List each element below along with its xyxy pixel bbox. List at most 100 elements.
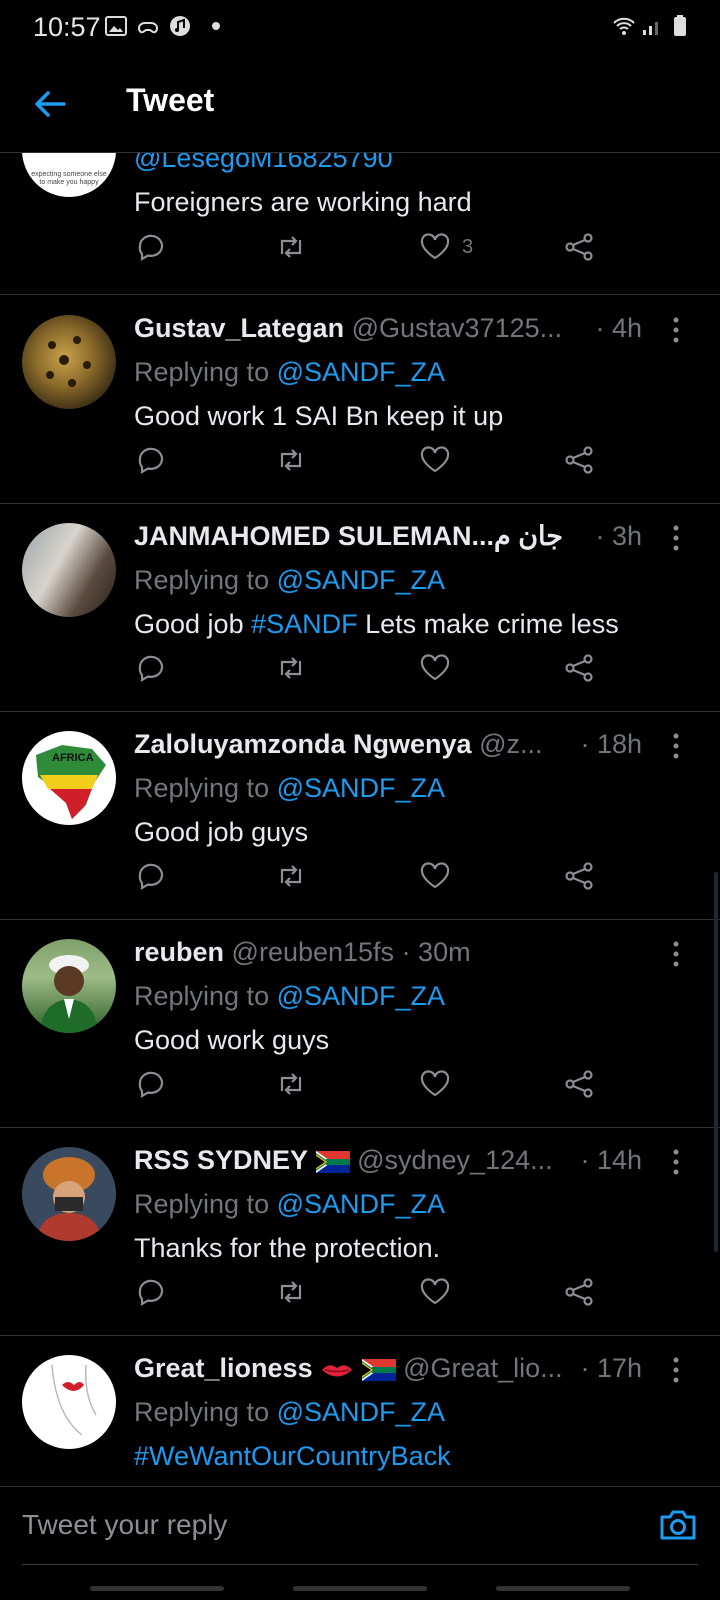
mention-link[interactable]: @SANDF_ZA (277, 981, 445, 1011)
user-handle[interactable]: @Great_lio... (403, 1353, 562, 1383)
user-handle[interactable]: @reuben15fs · 30m (232, 937, 471, 967)
tweet-item[interactable]: RSS SYDNEY @sydney_124... · 14h Replying… (0, 1127, 720, 1336)
mention-link[interactable]: @LesegoM16825790 (134, 153, 393, 173)
replying-to-line: Replying to @SANDF_ZA (134, 1189, 445, 1220)
mention-link[interactable]: @SANDF_ZA (277, 1397, 445, 1427)
status-bar: 10:57 (0, 0, 720, 60)
avatar[interactable]: AFRICA (22, 731, 116, 825)
africa-map-image: AFRICA (36, 745, 106, 819)
tweet-text: #WeWantOurCountryBack (134, 1441, 451, 1472)
reply-icon[interactable] (134, 1067, 168, 1101)
hashtag-link[interactable]: #WeWantOurCountryBack (134, 1441, 451, 1471)
reply-feed[interactable]: expecting someone else to make you happy… (0, 153, 720, 1485)
reply-icon[interactable] (134, 651, 168, 685)
replying-to-line: Replying to @SANDF_ZA (134, 981, 445, 1012)
like-icon[interactable] (418, 1275, 452, 1309)
tweet-text: Thanks for the protection. (134, 1233, 441, 1263)
replying-to-line: Replying to @SANDF_ZA (134, 1397, 445, 1428)
display-name[interactable]: RSS SYDNEY (134, 1145, 308, 1175)
more-options-icon[interactable] (672, 941, 680, 967)
share-icon[interactable] (562, 443, 596, 477)
scrollbar[interactable] (714, 872, 718, 1252)
tweet-text: Good job guys (134, 817, 309, 847)
retweet-icon[interactable] (274, 443, 308, 477)
display-name[interactable]: reuben (134, 937, 224, 967)
avatar[interactable] (22, 523, 116, 617)
tweet-actions (134, 1067, 614, 1107)
nav-home-button[interactable] (293, 1586, 427, 1591)
game-icon (137, 22, 159, 34)
reply-icon[interactable] (134, 1275, 168, 1309)
mention-line: @LesegoM16825790 (134, 153, 393, 174)
replying-to-line: Replying to @SANDF_ZA (134, 773, 445, 804)
replying-to-line: Replying to @SANDF_ZA (134, 357, 445, 388)
more-options-icon[interactable] (672, 1357, 680, 1383)
like-icon[interactable] (418, 443, 452, 477)
hashtag-link[interactable]: #SANDF (251, 609, 358, 639)
display-name[interactable]: Great_lioness (134, 1353, 313, 1383)
share-icon[interactable] (562, 1275, 596, 1309)
display-name[interactable]: JANMAHOMED SULEMAN...جان م (134, 521, 563, 551)
avatar[interactable] (22, 1355, 116, 1449)
user-handle[interactable]: @z... (479, 729, 542, 759)
avatar[interactable] (22, 315, 116, 409)
replying-label: Replying to (134, 565, 277, 595)
share-icon[interactable] (562, 651, 596, 685)
tweet-actions: 3 (134, 230, 614, 270)
timestamp: · 3h (589, 521, 642, 552)
display-name[interactable]: Zaloluyamzonda Ngwenya (134, 729, 472, 759)
avatar-caption: expecting someone else to make you happy (31, 171, 107, 186)
reply-icon[interactable] (134, 443, 168, 477)
notification-dot-icon (212, 22, 220, 30)
text-segment: Good job (134, 609, 252, 639)
tweet-item[interactable]: AFRICA Zaloluyamzonda Ngwenya @z... · 18… (0, 711, 720, 920)
reply-input[interactable]: Tweet your reply (22, 1509, 227, 1541)
app-bar: Tweet (0, 60, 720, 153)
avatar[interactable]: expecting someone else to make you happy (22, 153, 116, 197)
more-options-icon[interactable] (672, 733, 680, 759)
user-handle[interactable]: @sydney_124... (357, 1145, 553, 1175)
share-icon[interactable] (562, 1067, 596, 1101)
avatar[interactable] (22, 1147, 116, 1241)
music-icon (170, 16, 190, 36)
reply-icon[interactable] (134, 230, 168, 264)
share-icon[interactable] (562, 859, 596, 893)
like-icon[interactable] (418, 651, 452, 685)
page-title: Tweet (126, 82, 215, 118)
display-name[interactable]: Gustav_Lategan (134, 313, 344, 343)
retweet-icon[interactable] (274, 1275, 308, 1309)
tweet-item[interactable]: reuben @reuben15fs · 30m Replying to @SA… (0, 919, 720, 1128)
tweet-item[interactable]: Great_lioness @Great_lio... · 17h Replyi… (0, 1335, 720, 1485)
tweet-item[interactable]: Gustav_Lategan @Gustav37125... · 4h Repl… (0, 295, 720, 504)
share-icon[interactable] (562, 230, 596, 264)
user-handle[interactable]: @Gustav37125... (352, 313, 563, 343)
leopard-image (46, 336, 91, 387)
mention-link[interactable]: @SANDF_ZA (277, 357, 445, 387)
reply-composer[interactable]: Tweet your reply (0, 1486, 720, 1567)
retweet-icon[interactable] (274, 859, 308, 893)
reply-icon[interactable] (134, 859, 168, 893)
more-options-icon[interactable] (672, 317, 680, 343)
mention-link[interactable]: @SANDF_ZA (277, 773, 445, 803)
mention-link[interactable]: @SANDF_ZA (277, 565, 445, 595)
more-options-icon[interactable] (672, 1149, 680, 1175)
avatar[interactable] (22, 939, 116, 1033)
retweet-icon[interactable] (274, 651, 308, 685)
back-arrow-icon[interactable] (30, 84, 70, 124)
tweet-item[interactable]: expecting someone else to make you happy… (0, 153, 720, 295)
nav-recents-button[interactable] (90, 1586, 224, 1591)
replying-label: Replying to (134, 1397, 277, 1427)
retweet-icon[interactable] (274, 1067, 308, 1101)
tweet-item[interactable]: JANMAHOMED SULEMAN...جان م · 3h Replying… (0, 503, 720, 712)
composer-underline (22, 1564, 698, 1565)
like-icon[interactable] (418, 1067, 452, 1101)
nav-back-button[interactable] (496, 1586, 630, 1591)
like-icon[interactable] (418, 859, 452, 893)
camera-icon[interactable] (658, 1505, 698, 1543)
tweet-actions (134, 443, 614, 483)
retweet-icon[interactable] (274, 230, 308, 264)
like-icon[interactable] (418, 230, 452, 264)
mention-link[interactable]: @SANDF_ZA (277, 1189, 445, 1219)
tweet-header: JANMAHOMED SULEMAN...جان م (134, 521, 664, 557)
more-options-icon[interactable] (672, 525, 680, 551)
